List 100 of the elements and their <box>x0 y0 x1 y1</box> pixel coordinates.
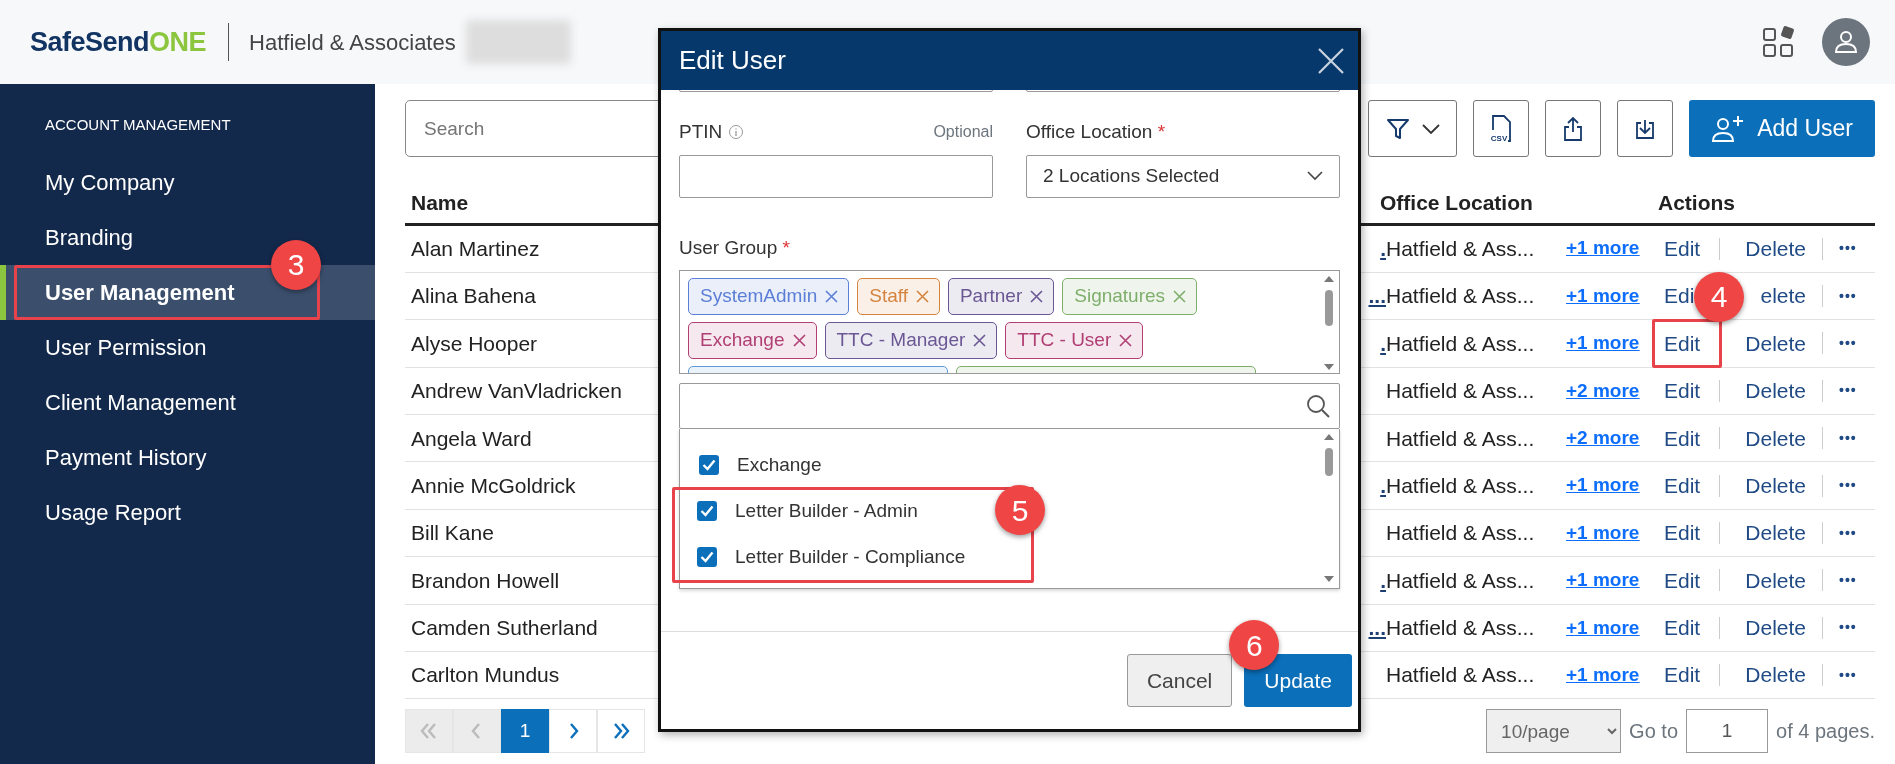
delete-link[interactable]: Delete <box>1745 568 1806 592</box>
more-actions-button[interactable]: ••• <box>1839 238 1857 260</box>
remove-icon[interactable] <box>1030 290 1044 303</box>
table-cell: Hatfield & Ass... <box>1386 473 1535 497</box>
delete-link[interactable]: Delete <box>1745 521 1806 545</box>
table-cell-text: Annie McGoldrick <box>411 472 576 499</box>
filter-button[interactable] <box>1368 100 1458 157</box>
sidebar-item[interactable]: My Company <box>0 154 375 210</box>
checkbox[interactable] <box>697 547 717 567</box>
table-cell-text: Angela Ward <box>411 425 532 452</box>
email-link[interactable]: . <box>1380 327 1386 360</box>
delete-link[interactable]: Delete <box>1745 236 1806 260</box>
column-header: Name <box>411 191 469 214</box>
table-cell-text: Alina Bahena <box>411 283 536 310</box>
email-link[interactable]: . <box>1380 564 1386 597</box>
table-cell-text: Carlton Mundus <box>411 662 560 689</box>
email-link[interactable]: . <box>1380 469 1386 502</box>
remove-icon[interactable] <box>915 290 929 303</box>
scrollbar[interactable] <box>1322 433 1336 583</box>
sidebar-item[interactable]: Payment History <box>0 429 375 485</box>
remove-icon[interactable] <box>825 290 839 303</box>
more-actions-button[interactable]: ••• <box>1839 664 1857 686</box>
table-cell: Hatfield & Ass... <box>1386 663 1535 687</box>
option-item[interactable]: Letter Builder - Admin <box>678 491 924 531</box>
cancel-button[interactable]: Cancel <box>1126 654 1233 707</box>
checkbox[interactable] <box>697 501 717 521</box>
sidebar-item[interactable]: Client Management <box>0 374 375 430</box>
edit-link[interactable]: Edit <box>1664 375 1701 407</box>
more-link[interactable]: +2 more <box>1566 379 1640 401</box>
logo: SafeSendONE <box>30 25 207 59</box>
option-search-field[interactable] <box>679 383 1340 429</box>
email-link[interactable]: ... <box>1368 612 1386 644</box>
more-actions-button[interactable]: ••• <box>1839 332 1857 354</box>
remove-icon[interactable] <box>973 334 987 347</box>
info-icon <box>728 124 745 141</box>
page-button[interactable]: 1 <box>501 709 549 754</box>
add-user-button[interactable]: Add User <box>1689 100 1875 157</box>
edit-link[interactable]: Edit <box>1664 517 1701 549</box>
delete-link[interactable]: Delete <box>1745 379 1806 403</box>
edit-link[interactable]: Edit <box>1664 232 1701 265</box>
option-item[interactable]: Exchange <box>680 445 828 485</box>
page-input[interactable]: 1 <box>1686 709 1769 754</box>
more-link[interactable]: +1 more <box>1566 332 1640 354</box>
sidebar-item[interactable]: Usage Report <box>0 484 375 540</box>
edit-link[interactable]: Edit <box>1664 422 1701 454</box>
delete-link[interactable]: Delete <box>1745 473 1806 497</box>
table-cell-text: Brandon Howell <box>411 567 560 594</box>
table-cell-text: Camden Sutherland <box>411 615 598 642</box>
tag: SystemAdmin <box>688 278 850 315</box>
more-link[interactable]: +1 more <box>1566 616 1640 638</box>
more-link[interactable]: +1 more <box>1566 474 1640 496</box>
sidebar-item[interactable]: User Permission <box>0 319 375 375</box>
share-button[interactable] <box>1545 100 1602 157</box>
more-actions-button[interactable]: ••• <box>1839 522 1857 544</box>
more-actions-button[interactable]: ••• <box>1839 475 1857 497</box>
edit-link[interactable]: Edit <box>1664 612 1701 644</box>
delete-link[interactable]: Delete <box>1745 663 1806 687</box>
more-actions-button[interactable]: ••• <box>1839 617 1857 639</box>
download-button[interactable] <box>1617 100 1674 157</box>
csv-button[interactable]: CSV <box>1473 100 1530 157</box>
more-link[interactable]: +1 more <box>1566 663 1640 685</box>
filter-icon <box>1385 116 1410 141</box>
edit-link[interactable]: Edit <box>1664 564 1701 597</box>
search-icon <box>1305 393 1331 419</box>
more-link[interactable]: +1 more <box>1566 284 1640 306</box>
table-cell-text: Alan Martinez <box>411 235 540 262</box>
more-actions-button[interactable]: ••• <box>1839 285 1857 307</box>
goto-label: Go to <box>1629 719 1679 745</box>
more-link[interactable]: +1 more <box>1566 237 1640 259</box>
email-link[interactable]: ... <box>1368 280 1386 312</box>
sidebar-heading: ACCOUNT MANAGEMENT <box>44 115 232 135</box>
option-item[interactable]: Letter Builder - Compliance <box>678 537 972 577</box>
ptin-field[interactable] <box>679 154 993 198</box>
delete-link[interactable]: elete <box>1760 284 1806 308</box>
table-cell: Hatfield & Ass... <box>1386 616 1535 640</box>
scrollbar[interactable] <box>1322 275 1336 371</box>
checkbox[interactable] <box>699 455 719 475</box>
more-link[interactable]: +2 more <box>1566 427 1640 448</box>
delete-link[interactable]: Delete <box>1745 331 1806 355</box>
more-link[interactable]: +1 more <box>1566 521 1640 543</box>
delete-link[interactable]: Delete <box>1745 616 1806 640</box>
email-link[interactable]: . <box>1380 232 1386 265</box>
last-page-button[interactable] <box>597 709 645 754</box>
edit-link[interactable]: Edi <box>1664 280 1695 312</box>
more-link[interactable]: +1 more <box>1566 569 1640 591</box>
remove-icon[interactable] <box>792 334 806 347</box>
page-count: of 4 pages. <box>1776 719 1875 745</box>
office-select[interactable]: 2 Locations Selected <box>1026 154 1340 198</box>
remove-icon[interactable] <box>1119 334 1133 347</box>
delete-link[interactable]: Delete <box>1745 426 1806 450</box>
more-actions-button[interactable]: ••• <box>1839 427 1857 449</box>
more-actions-button[interactable]: ••• <box>1839 380 1857 402</box>
table-cell-text: Alyse Hooper <box>411 330 538 357</box>
edit-link[interactable]: Edit <box>1664 659 1701 691</box>
edit-link[interactable]: Edit <box>1664 469 1701 502</box>
page-size-select[interactable]: 10/page <box>1486 709 1622 754</box>
avatar-icon[interactable] <box>1822 18 1870 66</box>
table-cell: Hatfield & Ass... <box>1386 426 1535 450</box>
more-actions-button[interactable]: ••• <box>1839 569 1857 591</box>
edit-link[interactable]: Edit <box>1664 327 1701 360</box>
